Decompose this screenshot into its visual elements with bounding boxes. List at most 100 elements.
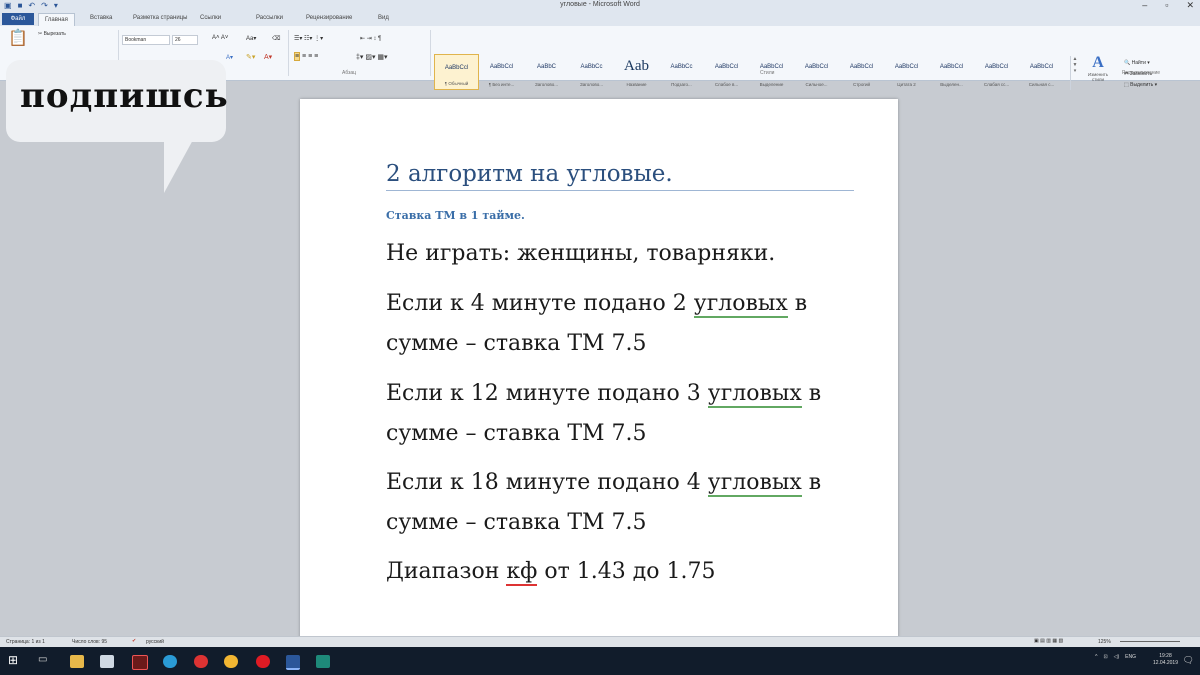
cut-button[interactable]: ✂ Вырезать [38, 31, 66, 37]
document-page[interactable]: 2 алгоритм на угловые. Ставка ТМ в 1 тай… [300, 99, 898, 639]
change-styles-button[interactable]: A Изменить стили [1082, 54, 1114, 82]
style-name: Цитата 2 [897, 82, 916, 87]
paragraph-rule-1: Если к 4 минуте подано 2 угловых в [386, 291, 808, 318]
close-icon[interactable]: ✕ [1186, 0, 1194, 11]
paragraph-rule-3: Если к 18 минуте подано 4 угловых в [386, 470, 822, 497]
window-controls: – ▫ ✕ [1142, 0, 1194, 11]
grow-font-icon[interactable]: A˄ A˅ [212, 35, 228, 41]
tab-1[interactable]: Главная [38, 13, 75, 26]
zoom-slider[interactable] [1120, 641, 1180, 642]
explorer-icon[interactable] [70, 655, 84, 668]
style-name: Заголово... [580, 82, 603, 87]
style-item[interactable]: AaBbCcl ¶ Без инте... [479, 54, 524, 90]
tab-7[interactable]: Вид [378, 15, 389, 21]
app2-icon[interactable] [316, 655, 330, 668]
style-item[interactable]: AaBbCc Подзаго... [659, 54, 704, 90]
language-indicator[interactable]: русский [146, 639, 164, 645]
style-name: Слабое в... [714, 82, 739, 87]
style-sample: AaBbCc [670, 64, 693, 70]
select-button[interactable]: ⬚ Выделить ▾ [1124, 80, 1157, 91]
doc-heading: 2 алгоритм на угловые. [386, 161, 854, 191]
style-name: Выделен... [940, 82, 963, 87]
style-sample: AaBbCcl [804, 64, 829, 70]
tab-4[interactable]: Ссылки [200, 15, 221, 21]
align-left-icon[interactable]: ≡ ≡ ≡ ≡ [294, 52, 318, 61]
overlay-caption: подпишсь [20, 76, 229, 116]
indent-icon[interactable]: ⇤ ⇥ ↕ ¶ [360, 35, 381, 42]
gallery-scroll[interactable]: ▲ ▼ ▾ [1070, 56, 1079, 90]
ribbon-tabs: Файл Главная Вставка Разметка страницы Ссылк… [0, 12, 1200, 26]
app-icon[interactable] [132, 655, 148, 670]
doc-subheading: Ставка ТМ в 1 тайме. [386, 209, 525, 222]
style-item[interactable]: AaBbCcl ¶ Обычный [434, 54, 479, 90]
style-sample: AaBbCc [580, 64, 603, 70]
style-item[interactable]: AaBbCcl Цитата 2 [884, 54, 929, 90]
style-name: Строгий [853, 82, 870, 87]
tab-2[interactable]: Вставка [90, 15, 112, 21]
opera-icon[interactable] [256, 655, 270, 668]
bullets-icon[interactable]: ☰▾ ☷▾ ⋮▾ [294, 35, 323, 42]
view-buttons[interactable]: ▣ ▤ ▥ ▦ ▧ [1034, 638, 1063, 644]
paste-icon[interactable]: 📋 [8, 28, 28, 48]
tab-0[interactable]: Файл [2, 13, 34, 25]
highlight-icon[interactable]: ✎▾ [246, 53, 255, 61]
style-item[interactable]: AaBbCcl Слабое в... [704, 54, 749, 90]
find-button[interactable]: 🔍 Найти ▾ [1124, 58, 1157, 69]
clock[interactable]: 19:28 12.04.2019 [1153, 653, 1178, 667]
network-icon[interactable]: ⊡ [1103, 654, 1107, 660]
line-spacing-icon[interactable]: ‡▾ ▨▾ ▦▾ [356, 53, 388, 61]
spellcheck-word: угловых [693, 291, 788, 318]
style-item[interactable]: AaBbCcl Выделен... [929, 54, 974, 90]
word-count[interactable]: Число слов: 95 [72, 639, 107, 645]
style-name: Заголово... [535, 82, 558, 87]
separator [430, 30, 431, 76]
font-size-box[interactable]: 26 [172, 35, 198, 45]
style-name: Название [626, 82, 647, 87]
style-sample: AaBbCcl [849, 64, 874, 70]
maximize-icon[interactable]: ▫ [1165, 0, 1168, 11]
style-item[interactable]: AaBbCcl Сильное... [794, 54, 839, 90]
spellcheck-word: угловых [707, 470, 802, 497]
style-item[interactable]: AaBbCcl Строгий [839, 54, 884, 90]
keyboard-layout[interactable]: ENG [1125, 654, 1136, 660]
style-sample: Aab [624, 58, 649, 74]
style-item[interactable]: Aab Название [614, 54, 659, 90]
chrome-icon[interactable] [224, 655, 238, 668]
style-name: Подзаго... [671, 82, 692, 87]
style-item[interactable]: AaBbCcl Слабая сс... [974, 54, 1019, 90]
tray-arrow-icon[interactable]: ^ [1095, 654, 1097, 660]
style-item[interactable]: AaBbCc Заголово... [569, 54, 614, 90]
tab-5[interactable]: Рассылки [256, 15, 283, 21]
paragraph-odds-range: Диапазон кф от 1.43 до 1.75 [386, 559, 716, 586]
page-count[interactable]: Страница: 1 из 1 [6, 639, 45, 645]
proofing-icon[interactable]: ✔ [132, 638, 136, 644]
style-sample: AaBbCcl [939, 64, 964, 70]
style-item[interactable]: AaBbC Заголово... [524, 54, 569, 90]
title-bar: ▣ ■ ↶ ↷ ▾ угловые - Microsoft Word – ▫ ✕ [0, 0, 1200, 12]
zoom-level[interactable]: 125% [1098, 639, 1111, 645]
paragraph-rule-1-cont: сумме – ставка ТМ 7.5 [386, 331, 647, 356]
style-sample: AaBbCcl [444, 65, 469, 71]
task-view-icon[interactable]: ▭ [38, 654, 52, 667]
clear-format-icon[interactable]: ⌫ [272, 35, 280, 42]
notifications-icon[interactable]: 🗨 [1183, 655, 1194, 666]
yandex-icon[interactable] [194, 655, 208, 668]
change-case-icon[interactable]: Aa▾ [246, 35, 256, 42]
style-name: ¶ Без инте... [488, 82, 515, 87]
volume-icon[interactable]: ◁) [1114, 654, 1120, 660]
group-label-editing: Редактирование [1122, 70, 1161, 76]
skype-icon[interactable] [163, 655, 177, 668]
word-icon[interactable] [286, 655, 300, 670]
font-color-icon[interactable]: A▾ [264, 53, 272, 61]
store-icon[interactable] [100, 655, 114, 668]
tab-3[interactable]: Разметка страницы [133, 15, 187, 21]
font-name-box[interactable]: Bookman [122, 35, 170, 45]
start-icon[interactable]: ⊞ [8, 653, 22, 667]
spellcheck-word: угловых [707, 381, 802, 408]
paragraph-exclusions: Не играть: женщины, товарняки. [386, 241, 776, 266]
separator [288, 30, 289, 76]
minimize-icon[interactable]: – [1142, 0, 1147, 11]
text-effects-icon[interactable]: A▾ [226, 54, 233, 61]
tab-6[interactable]: Рецензирование [306, 15, 352, 21]
style-item[interactable]: AaBbCcl Сильная с... [1019, 54, 1064, 90]
